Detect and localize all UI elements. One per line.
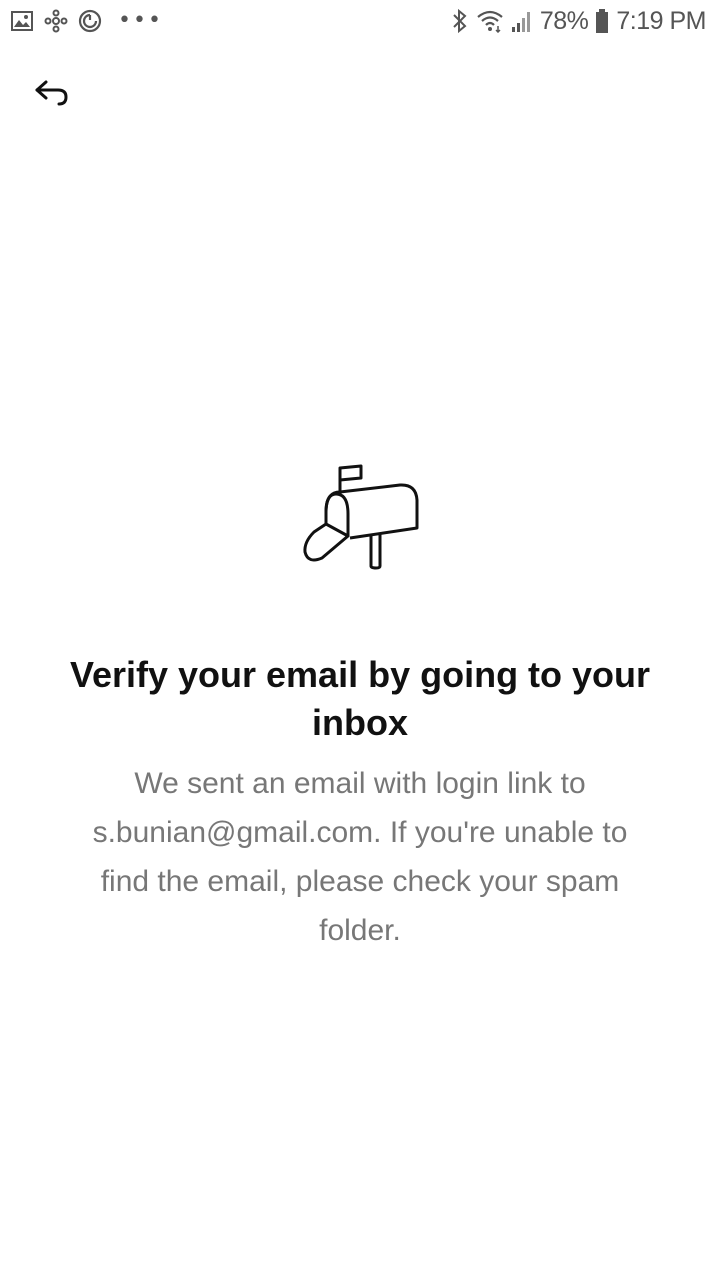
page-title: Verify your email by going to your inbox	[69, 654, 651, 743]
status-bar: ••• 78% 7:19 PM	[0, 0, 720, 42]
more-dots-icon: •••	[118, 8, 163, 33]
sync-icon	[78, 9, 102, 33]
screen: ••• 78% 7:19 PM Verify your email by goi…	[0, 0, 720, 1280]
image-icon	[10, 10, 34, 32]
verification-message: We sent an email with login link to s.bu…	[92, 767, 628, 947]
bluetooth-icon	[451, 8, 469, 34]
back-button[interactable]	[22, 68, 82, 124]
mailbox-icon	[303, 464, 419, 570]
clock: 7:19 PM	[616, 7, 706, 35]
battery-icon	[595, 8, 609, 34]
status-left-icons: •••	[10, 7, 163, 35]
battery-percent: 78%	[539, 7, 589, 35]
pinwheel-icon	[44, 9, 68, 33]
status-right-icons: 78% 7:19 PM	[451, 7, 706, 35]
signal-icon	[511, 9, 533, 33]
back-arrow-icon	[34, 79, 70, 114]
wifi-icon	[476, 9, 504, 33]
